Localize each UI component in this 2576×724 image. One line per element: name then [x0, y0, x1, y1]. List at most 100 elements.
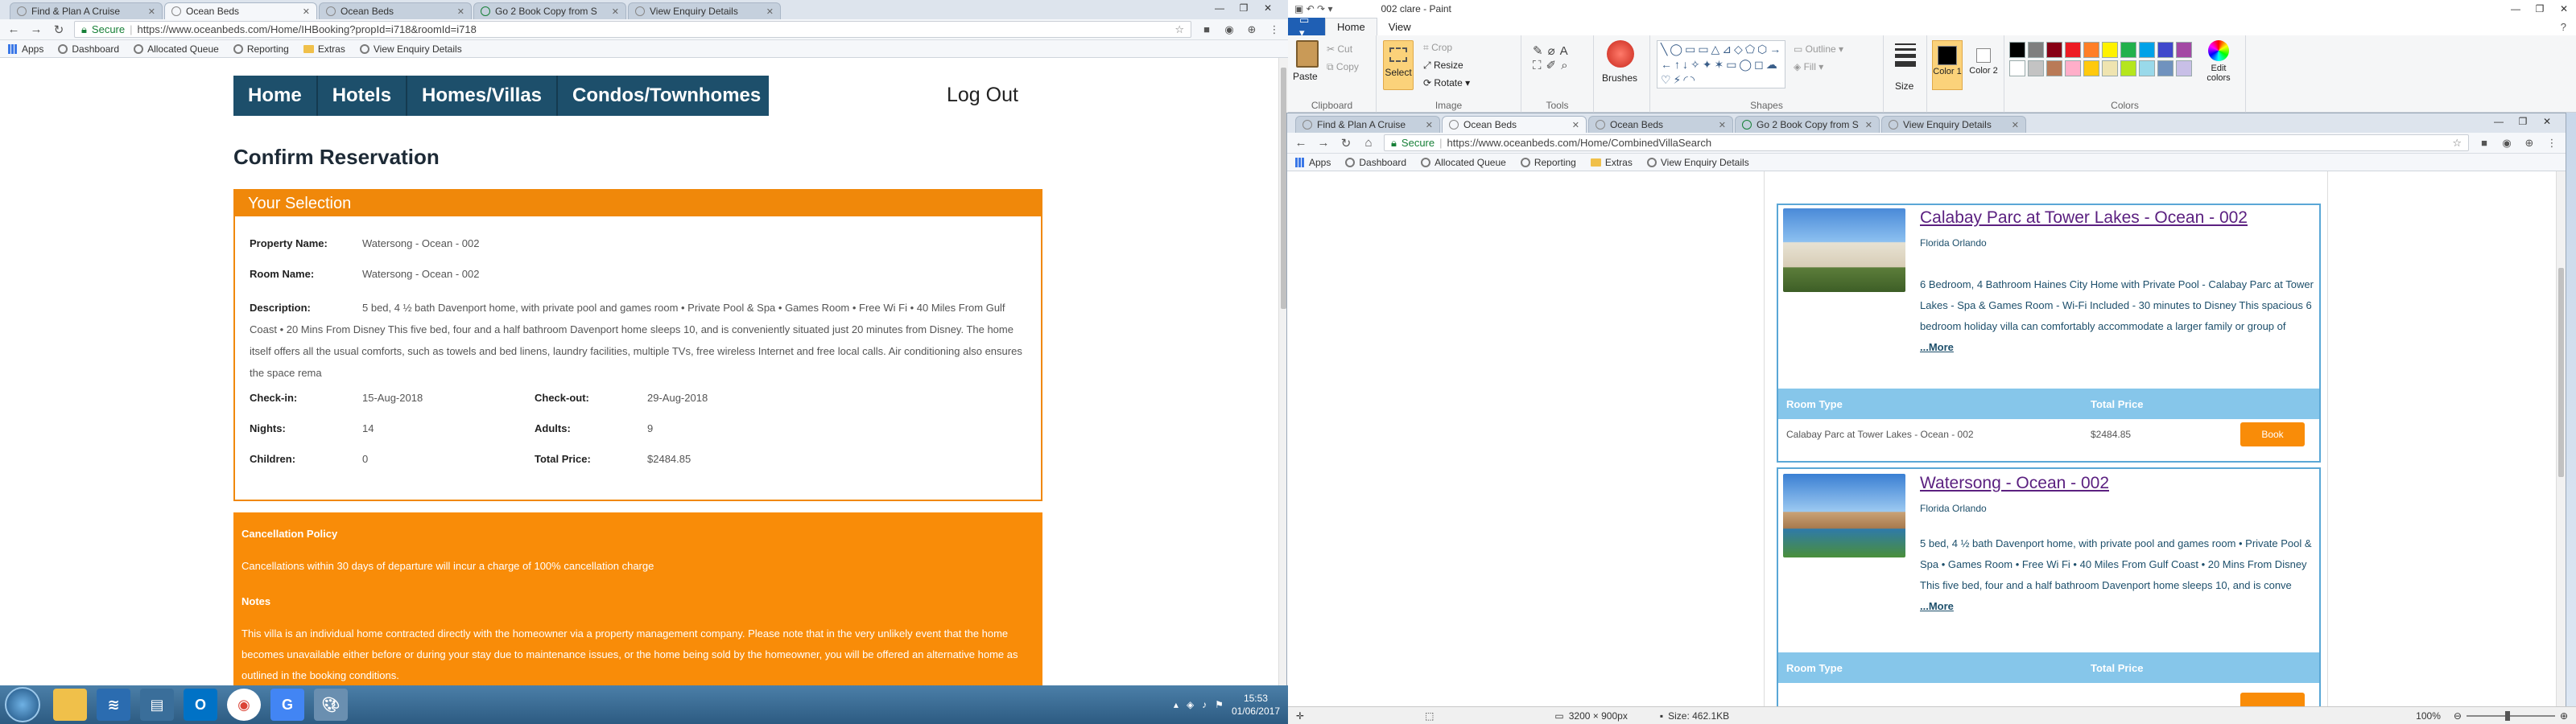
menu-icon[interactable]: ⋮	[2545, 136, 2559, 150]
menu-icon[interactable]: ⋮	[1267, 23, 1282, 37]
taskbar-app-icon[interactable]: ▤	[140, 689, 174, 721]
reload-icon[interactable]: ↻	[1339, 136, 1353, 150]
close-icon[interactable]: ✕	[457, 6, 464, 17]
help-icon[interactable]: ?	[2561, 21, 2566, 33]
close-icon[interactable]: ✕	[2012, 120, 2019, 130]
bookmark-apps[interactable]: Apps	[1295, 157, 1331, 168]
minimize-icon[interactable]: —	[1208, 0, 1232, 16]
minimize-icon[interactable]: —	[2487, 113, 2511, 130]
extension-icon[interactable]: ■	[2477, 136, 2491, 150]
tab-view-enquiry[interactable]: View Enquiry Details ✕	[628, 2, 781, 19]
palette-swatch[interactable]	[2139, 42, 2155, 58]
file-menu-button[interactable]: ▭ ▾	[1288, 14, 1325, 39]
paste-button[interactable]: Paste	[1293, 71, 1318, 82]
bookmark-allocated-queue[interactable]: Allocated Queue	[134, 43, 219, 55]
zoom-slider[interactable]: ⊖ ⊕	[2454, 710, 2568, 722]
book-button[interactable]: Book	[2240, 422, 2305, 446]
bookmark-reporting[interactable]: Reporting	[1520, 157, 1576, 168]
start-button[interactable]	[5, 687, 40, 722]
extension-icon[interactable]: ⊕	[1245, 23, 1259, 37]
outline-button[interactable]: ▭ Outline ▾	[1794, 43, 1843, 55]
palette-swatch[interactable]	[2176, 60, 2192, 76]
extension-icon[interactable]: ◉	[1222, 23, 1236, 37]
network-icon[interactable]: ◈	[1187, 699, 1194, 710]
property-photo[interactable]	[1783, 208, 1905, 292]
back-icon[interactable]: ←	[1294, 136, 1308, 150]
palette-swatch[interactable]	[2157, 42, 2174, 58]
maximize-icon[interactable]: ❐	[1232, 0, 1256, 16]
palette-swatch[interactable]	[2120, 60, 2136, 76]
palette-swatch[interactable]	[2009, 42, 2025, 58]
brush-icon[interactable]	[1607, 40, 1634, 68]
close-icon[interactable]: ✕	[1426, 120, 1433, 130]
resize-button[interactable]: ⤢ Resize	[1423, 60, 1463, 72]
palette-swatch[interactable]	[2065, 60, 2081, 76]
bookmark-reporting[interactable]: Reporting	[233, 43, 289, 55]
palette-swatch[interactable]	[2102, 60, 2118, 76]
close-window-icon[interactable]: ✕	[2552, 3, 2576, 14]
nav-hotels[interactable]: Hotels	[318, 76, 408, 116]
zoom-out-icon[interactable]: ⊖	[2454, 710, 2462, 722]
address-bar[interactable]: 🔒︎ Secure | https://www.oceanbeds.com/Ho…	[74, 21, 1191, 38]
close-window-icon[interactable]: ✕	[1256, 0, 1280, 16]
listing-title-link[interactable]: Watersong - Ocean - 002	[1920, 474, 2109, 493]
palette-swatch[interactable]	[2028, 60, 2044, 76]
copy-button[interactable]: ⧉ Copy	[1327, 61, 1359, 73]
palette-swatch[interactable]	[2028, 42, 2044, 58]
size-button[interactable]: Size	[1895, 80, 1913, 92]
tab-ocean-beds-active[interactable]: Ocean Beds ✕	[1442, 116, 1587, 133]
shapes-gallery[interactable]: ╲◯▭▭△⊿◇⬠⬡→ ←↑↓✧✦✶▭◯◻︎☁ ♡⚡◜◝	[1657, 40, 1785, 88]
tool-icons[interactable]: ✎⌀A ⛶✐⌕	[1533, 43, 1573, 72]
palette-swatch[interactable]	[2102, 42, 2118, 58]
palette-swatch[interactable]	[2046, 60, 2062, 76]
file-explorer-icon[interactable]	[53, 689, 87, 721]
flag-icon[interactable]: ⚑	[1215, 699, 1224, 710]
reload-icon[interactable]: ↻	[52, 23, 66, 37]
back-icon[interactable]: ←	[6, 23, 21, 37]
tab-go2book[interactable]: Go 2 Book Copy from S ✕	[1735, 116, 1880, 133]
home-icon[interactable]: ⌂	[1361, 136, 1376, 150]
minimize-icon[interactable]: —	[2504, 3, 2528, 14]
size-icon[interactable]	[1895, 43, 1916, 67]
rotate-button[interactable]: ⟳ Rotate ▾	[1423, 77, 1470, 88]
right-scrollbar[interactable]	[2556, 171, 2566, 709]
palette-swatch[interactable]	[2120, 42, 2136, 58]
scroll-thumb[interactable]	[1281, 68, 1286, 309]
fill-button[interactable]: ◈ Fill ▾	[1794, 61, 1823, 72]
brushes-button[interactable]: Brushes	[1602, 72, 1637, 84]
more-link[interactable]: ...More	[1920, 600, 1954, 612]
outlook-icon[interactable]: O	[184, 689, 217, 721]
zoom-in-icon[interactable]: ⊕	[2560, 710, 2568, 722]
nav-homes-villas[interactable]: Homes/Villas	[407, 76, 559, 116]
palette-swatch[interactable]	[2083, 60, 2099, 76]
scroll-thumb[interactable]	[2558, 268, 2564, 477]
logout-link[interactable]: Log Out	[947, 84, 1018, 107]
palette-swatch[interactable]	[2065, 42, 2081, 58]
bookmark-extras[interactable]: Extras	[1590, 157, 1633, 168]
palette-swatch[interactable]	[2176, 42, 2192, 58]
tab-find-plan-cruise[interactable]: Find & Plan A Cruise ✕	[10, 2, 163, 19]
tab-find-plan-cruise[interactable]: Find & Plan A Cruise ✕	[1295, 116, 1440, 133]
nav-home[interactable]: Home	[233, 76, 318, 116]
tab-view[interactable]: View	[1377, 18, 1422, 35]
bookmark-dashboard[interactable]: Dashboard	[58, 43, 119, 55]
forward-icon[interactable]: →	[29, 23, 43, 37]
tab-ocean-beds[interactable]: Ocean Beds ✕	[1588, 116, 1733, 133]
select-button[interactable]: Select	[1383, 40, 1414, 90]
bookmark-allocated-queue[interactable]: Allocated Queue	[1421, 157, 1506, 168]
maximize-icon[interactable]: ❐	[2528, 3, 2552, 14]
bookmark-apps[interactable]: Apps	[8, 43, 43, 55]
tab-view-enquiry[interactable]: View Enquiry Details ✕	[1881, 116, 2026, 133]
star-icon[interactable]: ☆	[1174, 23, 1184, 36]
paint-icon[interactable]: 🎨︎	[314, 689, 348, 721]
color2-button[interactable]: Color 2	[1967, 40, 2000, 90]
property-photo[interactable]	[1783, 474, 1905, 557]
paste-icon[interactable]	[1296, 40, 1319, 68]
palette-swatch[interactable]	[2139, 60, 2155, 76]
extension-icon[interactable]: ◉	[2500, 136, 2514, 150]
bookmark-view-enquiry[interactable]: View Enquiry Details	[359, 43, 462, 55]
cut-button[interactable]: ✂ Cut	[1327, 43, 1352, 55]
address-bar[interactable]: 🔒︎ Secure | https://www.oceanbeds.com/Ho…	[1384, 134, 2469, 151]
bookmark-view-enquiry[interactable]: View Enquiry Details	[1646, 157, 1749, 168]
star-icon[interactable]: ☆	[2452, 137, 2462, 150]
